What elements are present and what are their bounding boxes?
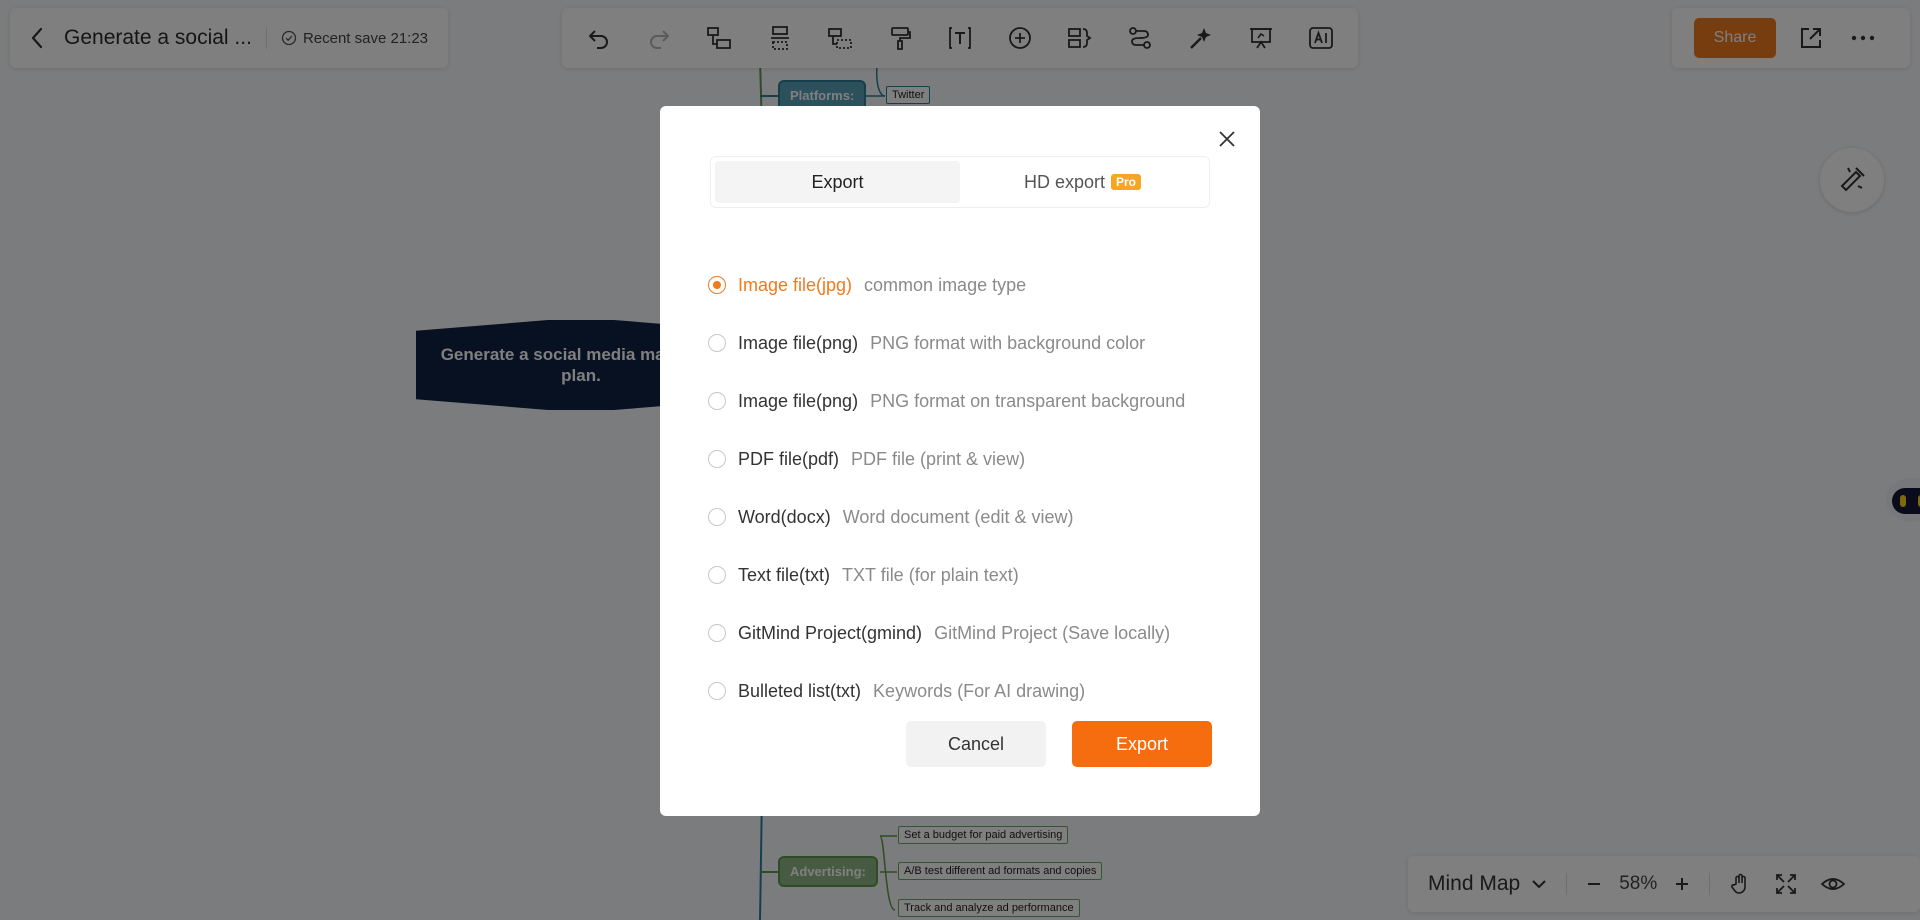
export-option-pdf[interactable]: PDF file(pdf) PDF file (print & view) — [708, 430, 1228, 488]
export-option-png-background[interactable]: Image file(png) PNG format with backgrou… — [708, 314, 1228, 372]
radio-button[interactable] — [708, 450, 726, 468]
cancel-button[interactable]: Cancel — [906, 721, 1046, 767]
option-name: Image file(jpg) — [738, 274, 853, 295]
export-button[interactable]: Export — [1072, 721, 1212, 767]
export-option-png-transparent[interactable]: Image file(png) PNG format on transparen… — [708, 372, 1228, 430]
radio-button[interactable] — [708, 334, 726, 352]
option-description: PDF file (print & view) — [851, 448, 1026, 469]
radio-button[interactable] — [708, 566, 726, 584]
pro-badge: Pro — [1111, 174, 1142, 190]
export-option-jpg[interactable]: Image file(jpg) common image type — [708, 256, 1228, 314]
option-description: Keywords (For AI drawing) — [873, 680, 1086, 701]
radio-button[interactable] — [708, 392, 726, 410]
option-name: Image file(png) — [738, 332, 859, 353]
option-name: Word(docx) — [738, 506, 831, 527]
tab-export[interactable]: Export — [715, 161, 960, 203]
tab-hd-export[interactable]: HD export Pro — [960, 161, 1205, 203]
option-name: Bulleted list(txt) — [738, 680, 862, 701]
option-description: Word document (edit & view) — [842, 506, 1074, 527]
export-dialog: Export HD export Pro Image file(jpg) com… — [660, 106, 1260, 816]
export-option-docx[interactable]: Word(docx) Word document (edit & view) — [708, 488, 1228, 546]
option-name: Image file(png) — [738, 390, 859, 411]
option-description: PNG format on transparent background — [870, 390, 1186, 411]
radio-button[interactable] — [708, 624, 726, 642]
option-name: Text file(txt) — [738, 564, 831, 585]
tab-label: Export — [811, 171, 864, 192]
option-name: GitMind Project(gmind) — [738, 622, 923, 643]
close-icon[interactable] — [1212, 124, 1242, 154]
export-option-bulleted-list[interactable]: Bulleted list(txt) Keywords (For AI draw… — [708, 662, 1228, 720]
radio-button[interactable] — [708, 276, 726, 294]
export-tabs: Export HD export Pro — [710, 156, 1210, 208]
tab-label: HD export — [1023, 171, 1105, 192]
radio-button[interactable] — [708, 682, 726, 700]
option-name: PDF file(pdf) — [738, 448, 840, 469]
option-description: TXT file (for plain text) — [842, 564, 1019, 585]
option-description: PNG format with background color — [870, 332, 1146, 353]
export-option-txt[interactable]: Text file(txt) TXT file (for plain text) — [708, 546, 1228, 604]
export-option-gmind[interactable]: GitMind Project(gmind) GitMind Project (… — [708, 604, 1228, 662]
radio-button[interactable] — [708, 508, 726, 526]
option-description: common image type — [864, 274, 1027, 295]
dialog-actions: Cancel Export — [906, 721, 1212, 767]
option-description: GitMind Project (Save locally) — [934, 622, 1171, 643]
export-format-list: Image file(jpg) common image type Image … — [708, 256, 1228, 720]
